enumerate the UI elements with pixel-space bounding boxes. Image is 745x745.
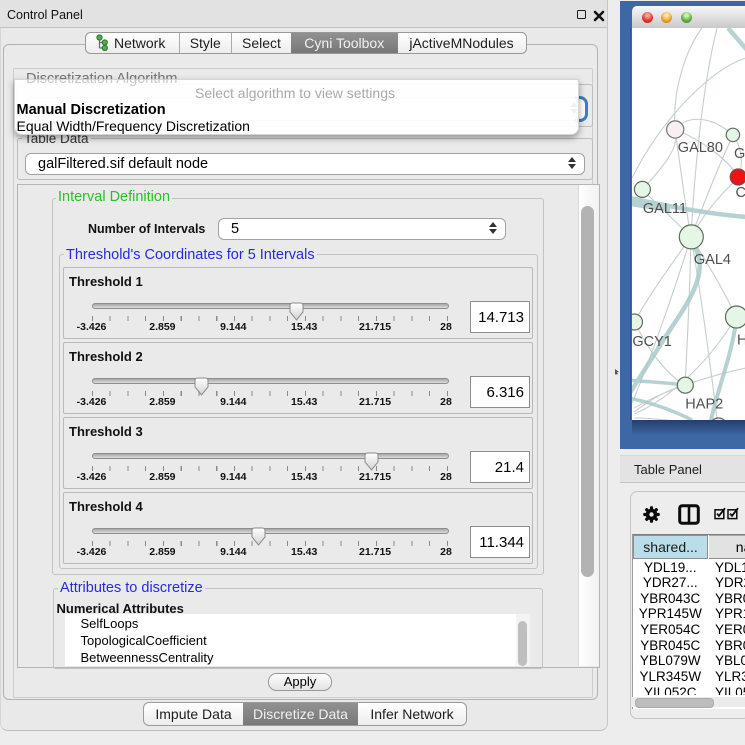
svg-text:HAP2: HAP2	[685, 397, 723, 413]
svg-text:GCY1: GCY1	[632, 334, 672, 350]
svg-text:H: H	[737, 332, 745, 348]
svg-text:C: C	[735, 185, 745, 201]
svg-text:GAL11: GAL11	[642, 201, 686, 217]
svg-text:GAL80: GAL80	[677, 140, 722, 156]
svg-text:GAL4: GAL4	[693, 252, 730, 268]
svg-text:GA: GA	[734, 146, 745, 162]
